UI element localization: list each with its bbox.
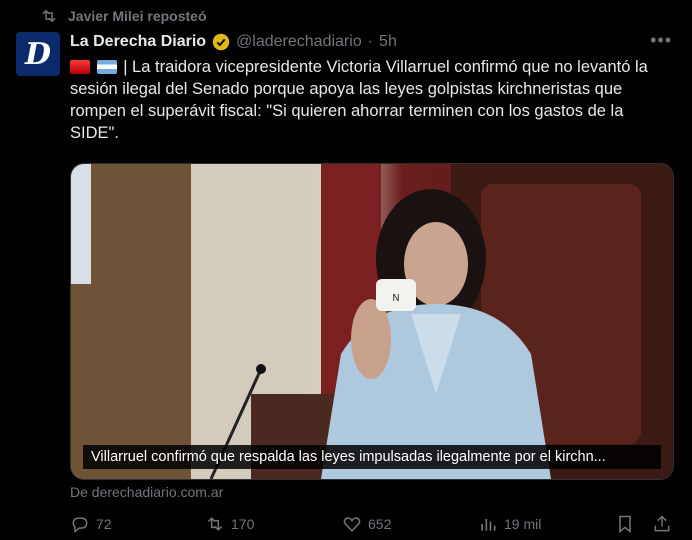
like-button[interactable]: 652 [342,512,391,536]
like-count: 652 [368,516,392,532]
views-count: 19 mil [504,516,542,532]
avatar-letter: D [24,36,51,72]
siren-emoji-icon [70,60,90,74]
share-button[interactable] [652,512,672,536]
author-name[interactable]: La Derecha Diario [70,33,206,51]
post-text: | La traidora vicepresidente Victoria Vi… [70,56,670,144]
reply-icon [72,517,88,534]
cup-letter: N [392,293,399,304]
post-time[interactable]: 5h [379,33,397,51]
verified-badge-icon[interactable] [212,33,230,51]
video-frame-image: N [71,164,673,479]
views-button[interactable]: 19 mil [478,512,541,536]
post-body: | La traidora vicepresidente Victoria Vi… [70,58,648,142]
repost-icon [40,7,58,25]
heart-icon [343,517,361,532]
repost-count: 170 [231,516,255,532]
reply-count: 72 [96,516,112,532]
author-handle[interactable]: @laderechadiario [236,33,362,51]
video-player[interactable]: N Villarruel confirmó que respalda las l… [70,163,674,480]
views-icon [481,519,496,531]
avatar[interactable]: D [16,32,60,76]
separator-dot: · [367,33,374,50]
more-options-icon[interactable]: ••• [650,30,672,51]
link-source[interactable]: De derechadiario.com.ar [70,484,223,500]
repost-button[interactable]: 170 [205,512,254,536]
video-caption: Villarruel confirmó que respalda las ley… [83,445,661,469]
bookmark-icon [619,515,631,534]
post-header: La Derecha Diario @laderechadiario · 5h [70,30,397,54]
repost-indicator[interactable]: Javier Milei reposteó [40,6,207,26]
bookmark-button[interactable] [615,512,635,536]
action-bar: 72 170 652 19 mil [70,512,674,536]
repost-text: Javier Milei reposteó [68,8,207,24]
repost-action-icon [207,517,223,531]
share-icon [654,515,670,532]
reply-button[interactable]: 72 [70,512,112,536]
argentina-flag-icon [96,60,117,74]
